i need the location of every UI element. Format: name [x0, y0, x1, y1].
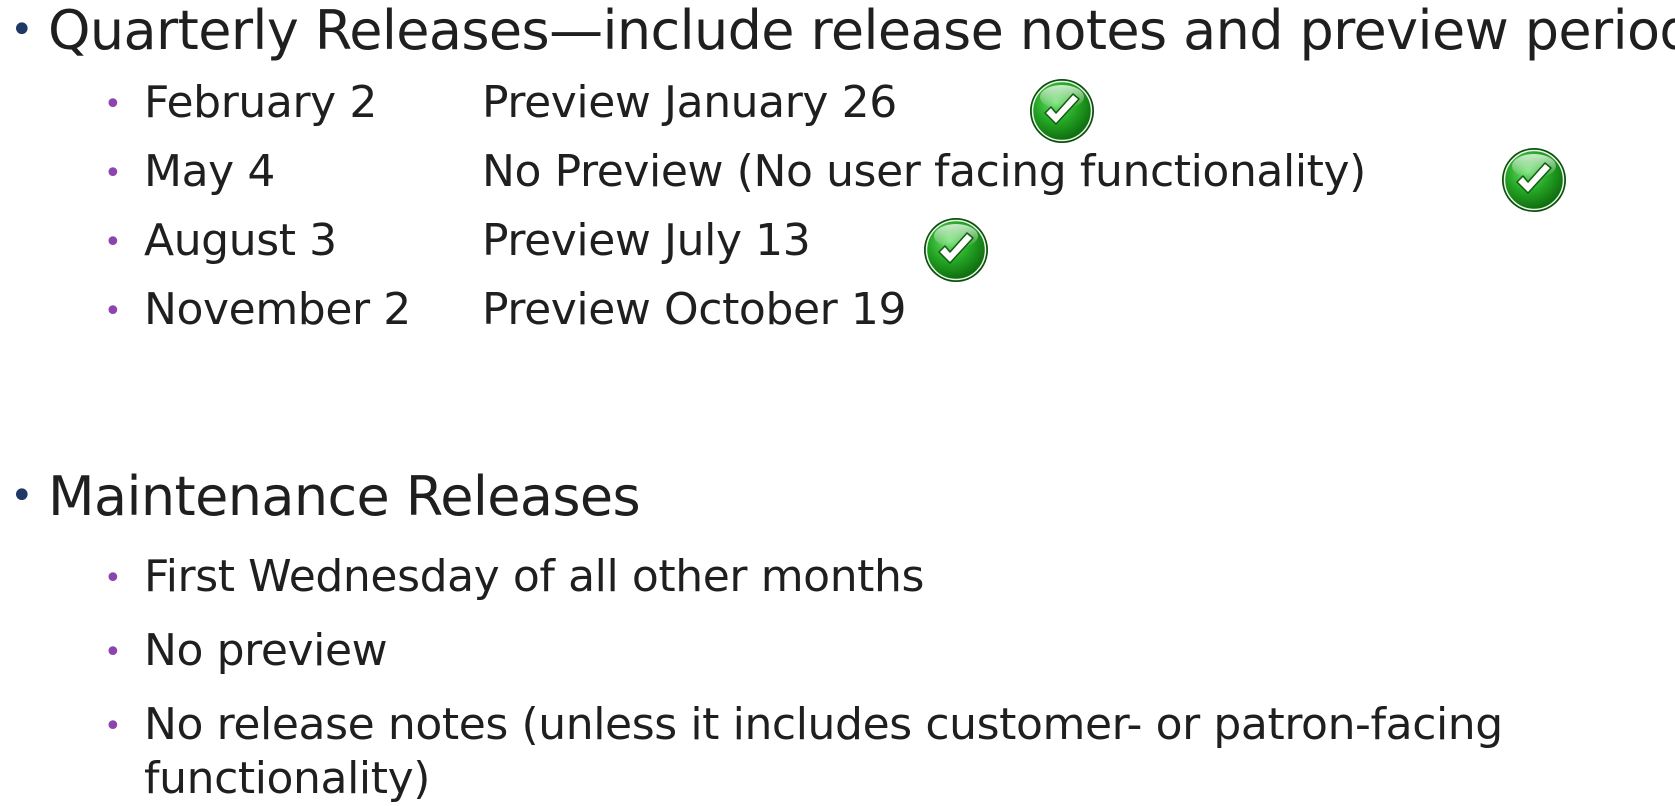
maintenance-item-text: No preview [144, 625, 388, 676]
bullet-dot: • [10, 7, 34, 53]
green-checkmark-icon [1500, 146, 1568, 214]
release-note: No Preview (No user facing functionality… [482, 146, 1366, 197]
maintenance-item-text: No release notes (unless it includes cus… [144, 699, 1503, 804]
release-date: February 2 [144, 77, 377, 128]
release-note: Preview January 26 [482, 77, 897, 128]
bullet-dot: • [10, 473, 34, 519]
release-note: Preview October 19 [482, 284, 907, 335]
bullet-dot: • [104, 225, 122, 260]
green-checkmark-icon [922, 216, 990, 284]
maintenance-item-text: First Wednesday of all other months [144, 551, 925, 602]
bullet-dot: • [104, 294, 122, 329]
quarterly-heading: • Quarterly Releases—include release note… [10, 0, 1675, 63]
green-checkmark-icon [1028, 77, 1096, 145]
release-date: November 2 [144, 284, 411, 335]
release-date: August 3 [144, 215, 337, 266]
bullet-dot: • [104, 87, 122, 122]
bullet-dot: • [104, 635, 122, 670]
bullet-dot: • [104, 561, 122, 596]
release-note: Preview July 13 [482, 215, 811, 266]
release-date: May 4 [144, 146, 275, 197]
quarterly-heading-text: Quarterly Releases—include release notes… [48, 0, 1675, 62]
maintenance-heading-text: Maintenance Releases [48, 465, 641, 528]
bullet-dot: • [104, 156, 122, 191]
bullet-dot: • [104, 709, 122, 744]
maintenance-heading: • Maintenance Releases [10, 464, 641, 529]
